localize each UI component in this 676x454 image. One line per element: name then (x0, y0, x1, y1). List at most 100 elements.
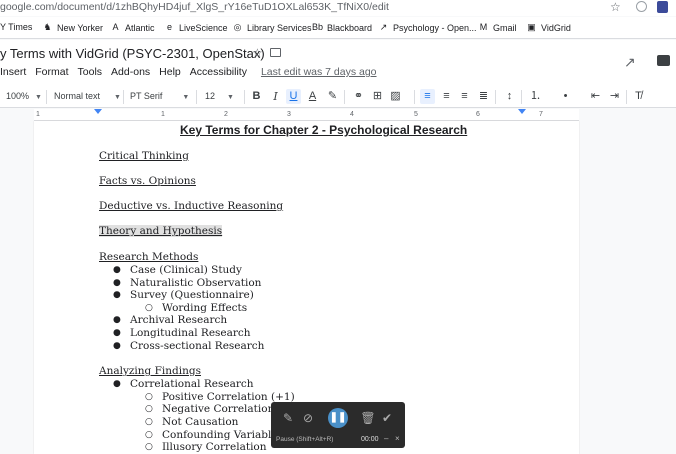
address-bar[interactable]: google.com/document/d/1zhBQhyHD4juf_XlgS… (0, 0, 676, 16)
atlantic-icon: A (112, 22, 119, 32)
list-item[interactable]: Cross-sectional Research (130, 340, 264, 352)
underline-icon[interactable]: U (286, 89, 301, 104)
decrease-indent-icon[interactable]: ⇤ (588, 89, 603, 104)
align-left-icon[interactable]: ≡ (420, 89, 435, 104)
recording-timer: 00:00 (361, 436, 379, 443)
bookmark-nyt[interactable]: NY Times (0, 22, 32, 32)
section-term[interactable]: Research Methods (99, 251, 198, 263)
align-center-icon[interactable]: ≡ (439, 89, 454, 104)
page-heading[interactable]: Key Terms for Chapter 2 - Psychological … (180, 123, 467, 137)
bookmark-label: Gmail (493, 22, 517, 33)
toolbar-divider (196, 90, 197, 104)
last-edit-link[interactable]: Last edit was 7 days ago (261, 66, 377, 78)
bookmark-label: Library Services (247, 22, 312, 33)
style-select[interactable]: Normal text ▼ (54, 91, 121, 101)
toolbar-divider (244, 90, 245, 104)
ruler-number: 2 (224, 111, 228, 118)
bulleted-list-icon[interactable]: • (558, 89, 573, 104)
bookmark-newyorker[interactable]: ♞ New Yorker (42, 22, 103, 33)
vidgrid-extension-icon[interactable] (657, 1, 668, 13)
text-color-icon[interactable]: A (305, 89, 320, 104)
list-item[interactable]: Correlational Research (130, 378, 254, 390)
list-item[interactable]: Illusory Correlation (162, 441, 267, 453)
font-select[interactable]: PT Serif ▼ (130, 91, 189, 101)
sub-bullet-icon: ○ (145, 392, 153, 402)
bookmark-star-icon[interactable]: ☆ (610, 0, 621, 14)
add-comment-icon[interactable]: ⊞ (370, 89, 385, 104)
section-term[interactable]: Facts vs. Opinions (99, 175, 196, 187)
bookmark-livescience[interactable]: e LiveScience (164, 22, 228, 33)
bookmark-blackboard[interactable]: Bb Blackboard (312, 22, 372, 33)
line-spacing-icon[interactable]: ↕ (502, 89, 517, 104)
menu-accessibility[interactable]: Accessibility (190, 66, 247, 78)
extension-icon[interactable] (636, 1, 647, 12)
toolbar-divider (344, 90, 345, 104)
activity-trend-icon[interactable]: ↗ (624, 54, 636, 71)
italic-icon[interactable]: I (268, 89, 283, 104)
menu-tools[interactable]: Tools (78, 66, 103, 78)
list-item[interactable]: Case (Clinical) Study (130, 264, 242, 276)
toolbar-divider (123, 90, 124, 104)
bookmark-vidgrid[interactable]: ▣ VidGrid (526, 22, 571, 33)
close-button[interactable]: × (395, 434, 400, 443)
trash-icon[interactable]: 🗑 (360, 410, 376, 426)
ruler-number: 5 (414, 111, 418, 118)
toolbar-divider (626, 90, 627, 104)
right-indent-marker[interactable] (518, 109, 526, 114)
bookmark-globe[interactable]: ◎ Library Services (232, 22, 312, 33)
finish-check-icon[interactable]: ✔ (379, 410, 395, 426)
bold-icon[interactable]: B (249, 89, 264, 104)
comment-icon[interactable] (657, 55, 670, 66)
menu-bar: Insert Format Tools Add-ons Help Accessibilit… (0, 66, 386, 78)
ruler[interactable]: 1 1 2 3 4 5 6 7 (0, 109, 676, 121)
menu-addons[interactable]: Add-ons (111, 66, 150, 78)
pause-button[interactable]: ❚❚ (328, 408, 348, 428)
list-item[interactable]: Longitudinal Research (130, 327, 251, 339)
list-item[interactable]: Wording Effects (162, 302, 247, 314)
draw-pen-icon[interactable]: ✎ (280, 410, 296, 426)
list-item[interactable]: Negative Correlation (- (162, 403, 285, 415)
list-item[interactable]: Survey (Questionnaire) (130, 289, 254, 301)
document-title[interactable]: y Terms with VidGrid (PSYC-2301, OpenSta… (0, 46, 265, 61)
list-item[interactable]: Naturalistic Observation (130, 277, 261, 289)
gmail-icon: M (479, 22, 488, 32)
list-item[interactable]: Not Causation (162, 416, 238, 428)
livescience-icon: e (166, 22, 172, 32)
menu-insert[interactable]: Insert (0, 66, 26, 78)
list-item[interactable]: Archival Research (130, 314, 227, 326)
image-icon[interactable]: ▨ (388, 89, 403, 104)
list-item[interactable]: Confounding Variable (162, 429, 278, 441)
bookmark-label: LiveScience (179, 22, 228, 33)
star-icon[interactable]: ☆ (252, 46, 263, 60)
section-term[interactable]: Critical Thinking (99, 150, 189, 162)
blackboard-icon: Bb (312, 22, 324, 32)
sub-bullet-icon: ○ (145, 430, 153, 440)
webcam-off-icon[interactable]: ⊘ (300, 410, 316, 426)
bookmark-atlantic[interactable]: A Atlantic (110, 22, 154, 33)
bookmark-label: Y Times (0, 22, 33, 32)
minimize-button[interactable]: – (384, 434, 388, 443)
justify-icon[interactable]: ≣ (476, 89, 491, 104)
section-term[interactable]: Analyzing Findings (99, 365, 201, 377)
vidgrid-icon: ▣ (527, 22, 536, 32)
menu-format[interactable]: Format (35, 66, 68, 78)
bookmark-gmail[interactable]: M Gmail (478, 22, 517, 33)
font-size-select[interactable]: 12 ▼ (205, 91, 234, 101)
toolbar-divider (414, 90, 415, 104)
increase-indent-icon[interactable]: ⇥ (607, 89, 622, 104)
align-right-icon[interactable]: ≡ (457, 89, 472, 104)
zoom-select[interactable]: 100% ▼ (6, 91, 42, 101)
left-indent-marker[interactable] (94, 109, 102, 114)
sub-bullet-icon: ○ (145, 417, 153, 427)
highlight-pen-icon[interactable]: ✎ (325, 89, 340, 104)
clear-formatting-icon[interactable]: T̸ (631, 89, 646, 104)
section-term[interactable]: Theory and Hypothesis (99, 225, 223, 237)
sub-bullet-icon: ○ (145, 303, 153, 313)
url-text[interactable]: google.com/document/d/1zhBQhyHD4juf_XlgS… (0, 0, 389, 14)
section-term[interactable]: Deductive vs. Inductive Reasoning (99, 200, 283, 212)
numbered-list-icon[interactable]: ⒈ (528, 89, 543, 104)
bookmark-psychology[interactable]: ↗ Psychology - Open... (378, 22, 477, 33)
move-folder-icon[interactable] (270, 48, 281, 57)
menu-help[interactable]: Help (159, 66, 181, 78)
link-icon[interactable]: ⚭ (351, 89, 366, 104)
